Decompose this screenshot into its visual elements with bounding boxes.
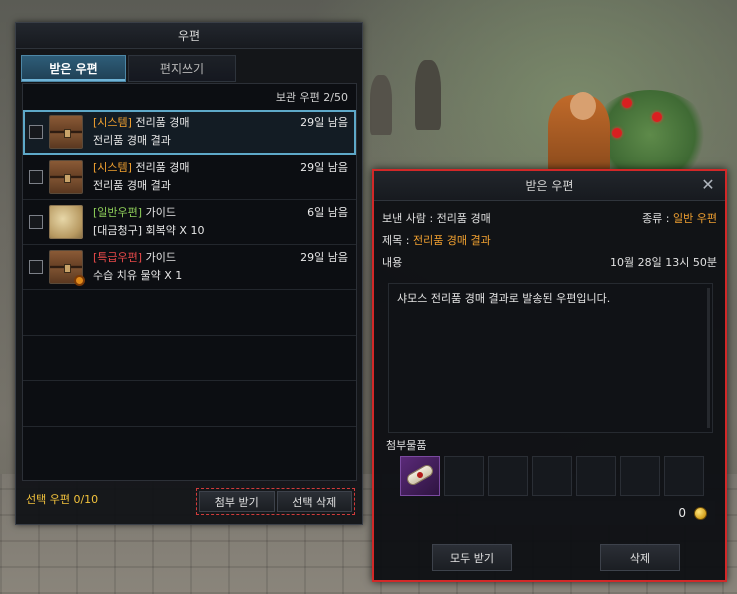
attachment-slot[interactable] [400,456,440,496]
scroll-item-icon [404,462,436,488]
delete-selected-button[interactable]: 선택 삭제 [276,491,352,512]
empty-mail-slot [23,427,356,473]
received-mail-window: 받은 우편 ✕ 보낸 사람 : 전리품 경매 종류 : 일반 우편 제목 : 전… [372,169,727,582]
mail-window: 우편 받은 우편 편지쓰기 보관 우편 2/50 [시스템] 전리품 경매 29… [15,22,363,525]
subject-value: 전리품 경매 결과 [412,234,491,247]
background-figure [370,75,392,135]
mail-window-title: 우편 [16,23,362,49]
background-flower [612,128,622,138]
mail-subject: [대금청구] 회복약 X 10 [93,224,205,237]
mail-subject: 전리품 경매 결과 [93,179,171,192]
mail-days-left: 29일 남음 [300,116,348,129]
empty-mail-slot [23,290,356,336]
mail-body: 샤모스 전리품 경매 결과로 발송된 우편입니다. [388,283,713,433]
mail-action-buttons: 첨부 받기 선택 삭제 [196,488,355,515]
chest-icon [49,160,83,194]
gold-amount: 0 [678,506,686,520]
attachments-label: 첨부물품 [386,439,427,452]
received-mail-title: 받은 우편 [525,179,574,193]
attachment-slot [576,456,616,496]
chest-icon [49,250,85,286]
body-scrollbar[interactable] [707,288,710,428]
mail-checkbox[interactable] [29,170,43,184]
attachment-slot [620,456,660,496]
received-mail-title-bar: 받은 우편 ✕ [374,171,725,201]
tab-received-mail[interactable]: 받은 우편 [21,55,126,82]
type-label: 종류 : [642,212,670,225]
mail-list-item[interactable]: [특급우편] 가이드 29일 남음 수습 치유 물약 X 1 [23,245,356,290]
attachment-slot [664,456,704,496]
mail-list-item[interactable]: [일반우편] 가이드 6일 남음 [대금청구] 회복약 X 10 [23,200,356,245]
tab-write-mail[interactable]: 편지쓰기 [128,55,236,82]
mail-checkbox[interactable] [29,260,43,274]
mail-tag: [시스템] [93,116,132,129]
mail-days-left: 6일 남음 [307,206,348,219]
attachment-slot [532,456,572,496]
mail-tag: [시스템] [93,161,132,174]
mail-date: 10월 28일 13시 50분 [610,256,717,269]
scroll-paper-icon [49,205,83,239]
selected-mail-count: 선택 우편 0/10 [26,493,99,506]
content-label: 내용 [382,256,403,269]
mail-sender: 가이드 [145,206,176,219]
empty-mail-slot [23,381,356,427]
mail-sender: 전리품 경매 [135,116,190,129]
mail-list-item[interactable]: [시스템] 전리품 경매 29일 남음 전리품 경매 결과 [23,155,356,200]
empty-mail-slot [23,336,356,381]
type-value: 일반 우편 [673,212,717,225]
mail-item-text: [시스템] 전리품 경매 29일 남음 전리품 경매 결과 [93,159,356,195]
claim-attachments-button[interactable]: 첨부 받기 [199,491,275,512]
mail-checkbox[interactable] [29,125,43,139]
mail-tag: [일반우편] [93,206,143,219]
attachment-slot [488,456,528,496]
mail-days-left: 29일 남음 [300,251,348,264]
mail-header: 보낸 사람 : 전리품 경매 종류 : 일반 우편 제목 : 전리품 경매 결과… [382,207,717,273]
mail-subject: 전리품 경매 결과 [93,134,171,147]
gold-coin-icon [694,506,707,520]
mail-item-text: [시스템] 전리품 경매 29일 남음 전리품 경매 결과 [93,114,356,150]
mail-list-panel: 보관 우편 2/50 [시스템] 전리품 경매 29일 남음 전리품 경매 결과… [22,83,357,481]
attachment-slot [444,456,484,496]
attachment-slots [400,456,704,496]
mail-days-left: 29일 남음 [300,161,348,174]
attached-gold: 0 [470,501,715,525]
mail-sender: 가이드 [145,251,176,264]
background-flower [622,98,632,108]
express-badge-icon [74,275,85,286]
delete-button[interactable]: 삭제 [600,544,680,571]
mail-checkbox[interactable] [29,215,43,229]
background-flower [652,112,662,122]
received-mail-buttons: 모두 받기 삭제 [432,544,680,571]
background-figure [415,60,441,130]
background-character-head [570,92,596,120]
subject-label: 제목 : [382,234,410,247]
chest-icon [49,115,83,149]
mail-body-text: 샤모스 전리품 경매 결과로 발송된 우편입니다. [397,292,611,305]
mail-tabs: 받은 우편 편지쓰기 [21,55,236,82]
mail-sender: 전리품 경매 [135,161,190,174]
mail-item-text: [특급우편] 가이드 29일 남음 수습 치유 물약 X 1 [93,249,356,285]
storage-count: 보관 우편 2/50 [275,91,348,104]
mail-subject: 수습 치유 물약 X 1 [93,269,183,282]
sender-label: 보낸 사람 : 전리품 경매 [382,212,491,225]
mail-item-text: [일반우편] 가이드 6일 남음 [대금청구] 회복약 X 10 [93,204,356,240]
mail-tag: [특급우편] [93,251,143,264]
receive-all-button[interactable]: 모두 받기 [432,544,512,571]
close-icon[interactable]: ✕ [701,177,715,193]
mail-list-item[interactable]: [시스템] 전리품 경매 29일 남음 전리품 경매 결과 [23,110,356,155]
